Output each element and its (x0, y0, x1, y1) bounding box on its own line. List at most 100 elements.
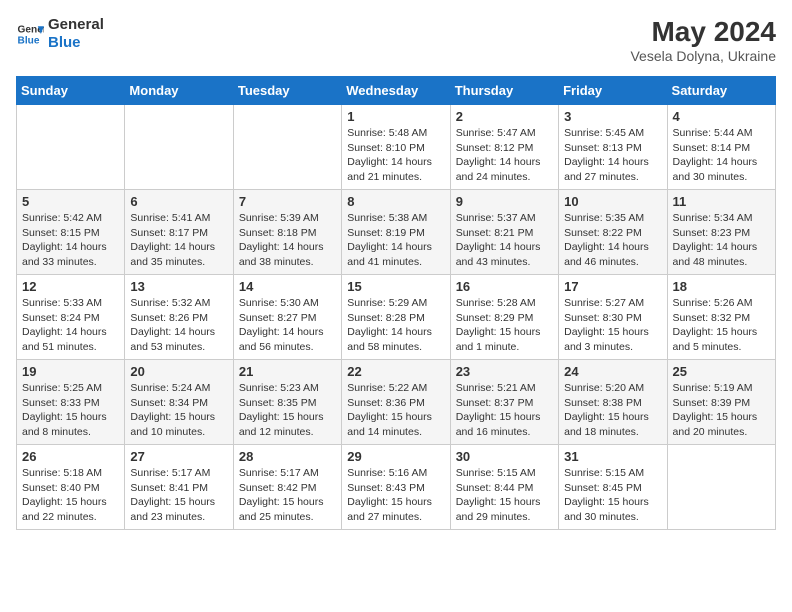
calendar-day-cell: 27 Sunrise: 5:17 AM Sunset: 8:41 PM Dayli… (125, 445, 233, 530)
calendar-day-header: Monday (125, 77, 233, 105)
calendar-day-cell (233, 105, 341, 190)
calendar-day-cell: 22 Sunrise: 5:22 AM Sunset: 8:36 PM Dayli… (342, 360, 450, 445)
calendar-day-cell: 2 Sunrise: 5:47 AM Sunset: 8:12 PM Daylig… (450, 105, 558, 190)
day-number: 21 (239, 364, 336, 379)
calendar-week-row: 19Sunrise: 5:25 AM Sunset: 8:33 PM Dayli… (17, 360, 776, 445)
day-number: 24 (564, 364, 661, 379)
day-number: 1 (347, 109, 444, 124)
day-info: Sunrise: 5:24 AM Sunset: 8:34 PM Dayligh… (130, 381, 227, 440)
calendar-day-cell: 25Sunrise: 5:19 AM Sunset: 8:39 PM Dayli… (667, 360, 775, 445)
day-info: Sunrise: 5:34 AM Sunset: 8:23 PM Dayligh… (673, 211, 770, 270)
calendar-day-cell: 3 Sunrise: 5:45 AM Sunset: 8:13 PM Daylig… (559, 105, 667, 190)
day-number: 22 (347, 364, 444, 379)
calendar-day-header: Friday (559, 77, 667, 105)
day-info: Sunrise: 5:45 AM Sunset: 8:13 PM Dayligh… (564, 126, 661, 185)
calendar-day-cell: 24 Sunrise: 5:20 AM Sunset: 8:38 PM Dayli… (559, 360, 667, 445)
calendar-day-cell: 23Sunrise: 5:21 AM Sunset: 8:37 PM Dayli… (450, 360, 558, 445)
calendar-day-cell: 9Sunrise: 5:37 AM Sunset: 8:21 PM Daylig… (450, 190, 558, 275)
calendar-day-cell: 7 Sunrise: 5:39 AM Sunset: 8:18 PM Daylig… (233, 190, 341, 275)
calendar-day-cell: 31 Sunrise: 5:15 AM Sunset: 8:45 PM Dayli… (559, 445, 667, 530)
day-info: Sunrise: 5:42 AM Sunset: 8:15 PM Dayligh… (22, 211, 119, 270)
day-number: 3 (564, 109, 661, 124)
day-info: Sunrise: 5:30 AM Sunset: 8:27 PM Dayligh… (239, 296, 336, 355)
day-number: 28 (239, 449, 336, 464)
day-number: 12 (22, 279, 119, 294)
day-number: 10 (564, 194, 661, 209)
calendar-table: SundayMondayTuesdayWednesdayThursdayFrid… (16, 76, 776, 530)
day-info: Sunrise: 5:27 AM Sunset: 8:30 PM Dayligh… (564, 296, 661, 355)
day-info: Sunrise: 5:28 AM Sunset: 8:29 PM Dayligh… (456, 296, 553, 355)
calendar-day-cell: 20 Sunrise: 5:24 AM Sunset: 8:34 PM Dayli… (125, 360, 233, 445)
title-block: May 2024 Vesela Dolyna, Ukraine (630, 16, 776, 64)
calendar-day-cell: 10Sunrise: 5:35 AM Sunset: 8:22 PM Dayli… (559, 190, 667, 275)
day-number: 19 (22, 364, 119, 379)
calendar-day-cell: 21Sunrise: 5:23 AM Sunset: 8:35 PM Dayli… (233, 360, 341, 445)
calendar-day-cell: 4Sunrise: 5:44 AM Sunset: 8:14 PM Daylig… (667, 105, 775, 190)
day-info: Sunrise: 5:18 AM Sunset: 8:40 PM Dayligh… (22, 466, 119, 525)
day-number: 26 (22, 449, 119, 464)
logo: General Blue General Blue (16, 16, 104, 52)
day-info: Sunrise: 5:29 AM Sunset: 8:28 PM Dayligh… (347, 296, 444, 355)
month-title: May 2024 (630, 16, 776, 48)
day-info: Sunrise: 5:17 AM Sunset: 8:41 PM Dayligh… (130, 466, 227, 525)
day-number: 11 (673, 194, 770, 209)
day-info: Sunrise: 5:21 AM Sunset: 8:37 PM Dayligh… (456, 381, 553, 440)
day-info: Sunrise: 5:20 AM Sunset: 8:38 PM Dayligh… (564, 381, 661, 440)
logo-icon: General Blue (16, 20, 44, 48)
day-number: 18 (673, 279, 770, 294)
day-number: 31 (564, 449, 661, 464)
calendar-day-header: Sunday (17, 77, 125, 105)
calendar-day-cell: 30 Sunrise: 5:15 AM Sunset: 8:44 PM Dayli… (450, 445, 558, 530)
day-number: 15 (347, 279, 444, 294)
calendar-day-header: Wednesday (342, 77, 450, 105)
calendar-header-row: SundayMondayTuesdayWednesdayThursdayFrid… (17, 77, 776, 105)
day-number: 27 (130, 449, 227, 464)
day-number: 2 (456, 109, 553, 124)
calendar-day-cell: 29 Sunrise: 5:16 AM Sunset: 8:43 PM Dayli… (342, 445, 450, 530)
calendar-day-cell: 8Sunrise: 5:38 AM Sunset: 8:19 PM Daylig… (342, 190, 450, 275)
calendar-week-row: 12 Sunrise: 5:33 AM Sunset: 8:24 PM Dayli… (17, 275, 776, 360)
day-info: Sunrise: 5:39 AM Sunset: 8:18 PM Dayligh… (239, 211, 336, 270)
calendar-week-row: 26 Sunrise: 5:18 AM Sunset: 8:40 PM Dayli… (17, 445, 776, 530)
calendar-day-cell: 17Sunrise: 5:27 AM Sunset: 8:30 PM Dayli… (559, 275, 667, 360)
day-info: Sunrise: 5:22 AM Sunset: 8:36 PM Dayligh… (347, 381, 444, 440)
day-info: Sunrise: 5:15 AM Sunset: 8:45 PM Dayligh… (564, 466, 661, 525)
day-info: Sunrise: 5:16 AM Sunset: 8:43 PM Dayligh… (347, 466, 444, 525)
calendar-day-cell: 15 Sunrise: 5:29 AM Sunset: 8:28 PM Dayli… (342, 275, 450, 360)
day-info: Sunrise: 5:15 AM Sunset: 8:44 PM Dayligh… (456, 466, 553, 525)
day-info: Sunrise: 5:32 AM Sunset: 8:26 PM Dayligh… (130, 296, 227, 355)
logo-line1: General (48, 16, 104, 34)
svg-text:Blue: Blue (18, 35, 40, 46)
day-number: 16 (456, 279, 553, 294)
calendar-day-cell: 28 Sunrise: 5:17 AM Sunset: 8:42 PM Dayli… (233, 445, 341, 530)
calendar-day-cell (667, 445, 775, 530)
day-number: 13 (130, 279, 227, 294)
location-subtitle: Vesela Dolyna, Ukraine (630, 48, 776, 64)
calendar-day-cell: 5Sunrise: 5:42 AM Sunset: 8:15 PM Daylig… (17, 190, 125, 275)
day-info: Sunrise: 5:44 AM Sunset: 8:14 PM Dayligh… (673, 126, 770, 185)
calendar-day-cell: 11 Sunrise: 5:34 AM Sunset: 8:23 PM Dayli… (667, 190, 775, 275)
day-info: Sunrise: 5:47 AM Sunset: 8:12 PM Dayligh… (456, 126, 553, 185)
day-info: Sunrise: 5:17 AM Sunset: 8:42 PM Dayligh… (239, 466, 336, 525)
calendar-day-header: Thursday (450, 77, 558, 105)
calendar-day-cell: 1 Sunrise: 5:48 AM Sunset: 8:10 PM Daylig… (342, 105, 450, 190)
calendar-week-row: 1 Sunrise: 5:48 AM Sunset: 8:10 PM Daylig… (17, 105, 776, 190)
calendar-day-header: Saturday (667, 77, 775, 105)
day-number: 29 (347, 449, 444, 464)
calendar-day-cell: 26 Sunrise: 5:18 AM Sunset: 8:40 PM Dayli… (17, 445, 125, 530)
calendar-day-cell: 12 Sunrise: 5:33 AM Sunset: 8:24 PM Dayli… (17, 275, 125, 360)
day-number: 7 (239, 194, 336, 209)
day-info: Sunrise: 5:48 AM Sunset: 8:10 PM Dayligh… (347, 126, 444, 185)
day-number: 20 (130, 364, 227, 379)
day-info: Sunrise: 5:33 AM Sunset: 8:24 PM Dayligh… (22, 296, 119, 355)
day-number: 30 (456, 449, 553, 464)
calendar-day-cell (125, 105, 233, 190)
day-number: 8 (347, 194, 444, 209)
calendar-day-cell: 6Sunrise: 5:41 AM Sunset: 8:17 PM Daylig… (125, 190, 233, 275)
calendar-day-cell: 13 Sunrise: 5:32 AM Sunset: 8:26 PM Dayli… (125, 275, 233, 360)
page-header: General Blue General Blue May 2024 Vesel… (16, 16, 776, 64)
day-info: Sunrise: 5:37 AM Sunset: 8:21 PM Dayligh… (456, 211, 553, 270)
calendar-day-cell (17, 105, 125, 190)
calendar-week-row: 5Sunrise: 5:42 AM Sunset: 8:15 PM Daylig… (17, 190, 776, 275)
calendar-day-header: Tuesday (233, 77, 341, 105)
